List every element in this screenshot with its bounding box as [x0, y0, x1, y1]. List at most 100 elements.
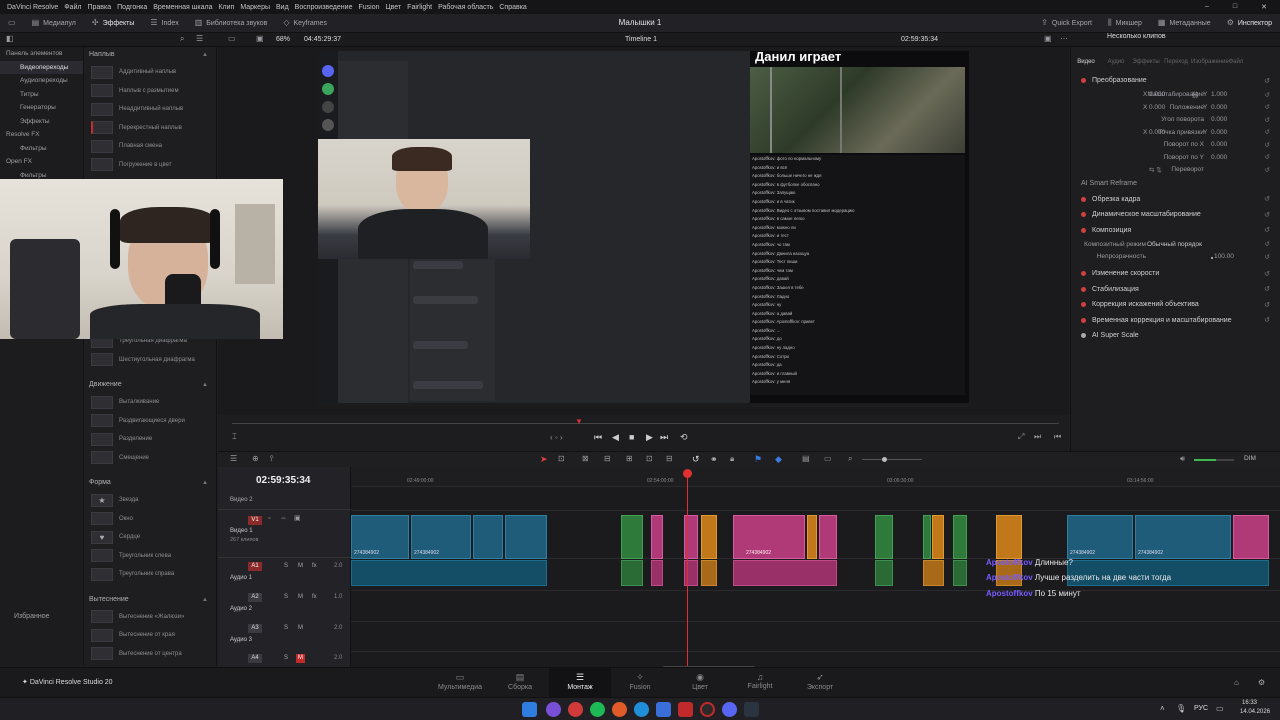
menu-markers[interactable]: Маркеры: [237, 4, 273, 11]
menu-fairlight[interactable]: Fairlight: [404, 4, 435, 11]
video-clip[interactable]: [819, 515, 837, 559]
video-clip[interactable]: [875, 515, 893, 559]
fx-button[interactable]: fx: [312, 563, 317, 569]
reset-icon[interactable]: ↺: [1264, 285, 1270, 293]
snapping-icon[interactable]: ↺: [692, 454, 700, 465]
effect-item[interactable]: ♥ Сердце: [85, 528, 216, 547]
tree-item[interactable]: Фильтры: [0, 142, 83, 156]
enable-dot[interactable]: [1081, 227, 1086, 233]
zoom-y-field[interactable]: 1.000: [1211, 91, 1227, 98]
metadata-button[interactable]: ▦ Метаданные: [1150, 14, 1219, 33]
reset-icon[interactable]: ↺: [1265, 103, 1270, 111]
start-icon[interactable]: [522, 702, 537, 717]
tray-chevron-icon[interactable]: ˄: [1160, 704, 1165, 713]
rotation-field[interactable]: 0.000: [1211, 116, 1227, 123]
composite-mode-select[interactable]: Обычный порядок: [1147, 241, 1202, 248]
more-icon[interactable]: ⋯: [1060, 35, 1068, 43]
tree-item[interactable]: Эффекты: [0, 115, 83, 129]
video-clip[interactable]: 274384902: [411, 515, 471, 559]
menu-trim[interactable]: Подгонка: [114, 4, 150, 11]
tab-effects[interactable]: Эффекты: [1131, 59, 1161, 67]
anchor-x-field[interactable]: 0.000: [1149, 129, 1165, 136]
audio-clip[interactable]: [733, 560, 837, 586]
tree-item[interactable]: Видеопереходы: [0, 60, 83, 74]
tree-item[interactable]: Resolve FX: [0, 128, 83, 142]
menu-fusion[interactable]: Fusion: [355, 4, 382, 11]
mic-icon[interactable]: 🎙︎: [1176, 704, 1186, 713]
zoom-slider[interactable]: [862, 459, 922, 460]
mute-button-active[interactable]: M: [296, 654, 305, 663]
page-media[interactable]: ▭ Мультимедиа: [429, 668, 491, 698]
effect-item[interactable]: Вытеснение от края: [85, 626, 216, 645]
viewer-mode-icon[interactable]: ▣: [256, 35, 264, 43]
tab-file[interactable]: Файл: [1221, 59, 1251, 67]
tree-item[interactable]: Титры: [0, 88, 83, 102]
video-clip[interactable]: 274384902: [733, 515, 805, 559]
edge-icon[interactable]: [634, 702, 649, 717]
mute-button[interactable]: M: [298, 563, 303, 569]
collapse-icon[interactable]: ▲: [202, 47, 208, 63]
network-icon[interactable]: ▭: [1216, 704, 1224, 713]
time-ruler[interactable]: 02:49:00:00 02:54:00:00 03:06:30:00 03:1…: [351, 467, 1280, 487]
effect-item[interactable]: Перекрестный наплыв: [85, 119, 216, 138]
solo-button[interactable]: S: [284, 594, 288, 600]
fullscreen-icon[interactable]: ⤢: [1018, 433, 1024, 441]
reset-icon[interactable]: ↺: [1265, 240, 1270, 248]
video-clip[interactable]: 274384902: [1067, 515, 1133, 559]
dim-button[interactable]: DIM: [1244, 455, 1256, 462]
dynamic-trim-icon[interactable]: ⊠: [582, 455, 589, 463]
zoom-fit-icon[interactable]: ⊕: [252, 455, 259, 463]
effects-button[interactable]: ✣ Эффекты: [84, 14, 143, 33]
linked-selection-icon[interactable]: ⚭: [710, 454, 718, 465]
reset-icon[interactable]: ↺: [1265, 141, 1270, 149]
effect-item[interactable]: Треугольник слева: [85, 547, 216, 566]
app-icon[interactable]: [656, 702, 671, 717]
menu-playback[interactable]: Воспроизведение: [292, 4, 356, 11]
effect-item[interactable]: Неаддитивный наплыв: [85, 100, 216, 119]
menu-help[interactable]: Справка: [496, 4, 529, 11]
link-icon[interactable]: ⛓: [1191, 91, 1199, 99]
enable-dot[interactable]: [1081, 286, 1086, 292]
video-clip[interactable]: [473, 515, 503, 559]
zoom-level[interactable]: 68%: [276, 36, 290, 43]
viewer-layout-icon[interactable]: ▭: [228, 35, 236, 43]
lens-correction-section[interactable]: Коррекция искажений объектива ↺: [1071, 297, 1280, 313]
reset-icon[interactable]: ↺: [1265, 166, 1270, 174]
reset-icon[interactable]: ↺: [1264, 77, 1270, 85]
home-icon[interactable]: ⌂: [1234, 678, 1239, 687]
page-fusion[interactable]: ✧ Fusion: [609, 668, 671, 698]
collapse-icon[interactable]: ▲: [202, 592, 208, 608]
video-clip[interactable]: [621, 515, 643, 559]
obs-icon[interactable]: [700, 702, 715, 717]
maximize-icon[interactable]: □: [1230, 3, 1240, 11]
playhead-marker[interactable]: ▼: [575, 417, 583, 426]
app-icon[interactable]: [612, 702, 627, 717]
a3-tag[interactable]: A3: [248, 624, 262, 633]
video-clip[interactable]: [807, 515, 817, 559]
snapping-tool-icon[interactable]: ⫯: [270, 455, 273, 463]
app-icon[interactable]: [678, 702, 693, 717]
reset-icon[interactable]: ↺: [1265, 253, 1270, 261]
insert-icon[interactable]: ⊞: [626, 455, 633, 463]
mixer-button[interactable]: ⫼ Микшер: [1100, 14, 1150, 33]
collapse-icon[interactable]: ▲: [202, 475, 208, 491]
page-color[interactable]: ◉ Цвет: [669, 668, 731, 698]
timeline-tracks[interactable]: 02:49:00:00 02:54:00:00 03:06:30:00 03:1…: [351, 467, 1280, 669]
timeline-view-icon[interactable]: ☰: [230, 455, 237, 463]
media-pool-button[interactable]: ▤ Медиапул: [24, 14, 84, 33]
audio-clip[interactable]: [875, 560, 893, 586]
super-scale-section[interactable]: AI Super Scale: [1071, 328, 1280, 344]
effect-item[interactable]: Вытеснение от центра: [85, 645, 216, 664]
page-deliver[interactable]: ➶ Экспорт: [789, 668, 851, 698]
opacity-field[interactable]: 100.00: [1214, 253, 1234, 260]
keyframes-button[interactable]: ◇ Keyframes: [275, 14, 335, 33]
volume-level[interactable]: [1194, 459, 1216, 461]
audio-clip[interactable]: [923, 560, 944, 586]
menu-clip[interactable]: Клип: [215, 4, 237, 11]
solo-button[interactable]: S: [284, 655, 288, 661]
overwrite-icon[interactable]: ⊡: [646, 455, 653, 463]
viewer-options-icon[interactable]: ▣: [1044, 35, 1052, 43]
trim-tool-icon[interactable]: ⊡: [558, 455, 565, 463]
v1-tag[interactable]: V1: [248, 516, 262, 525]
lock-icon[interactable]: 🔒︎: [730, 455, 734, 463]
